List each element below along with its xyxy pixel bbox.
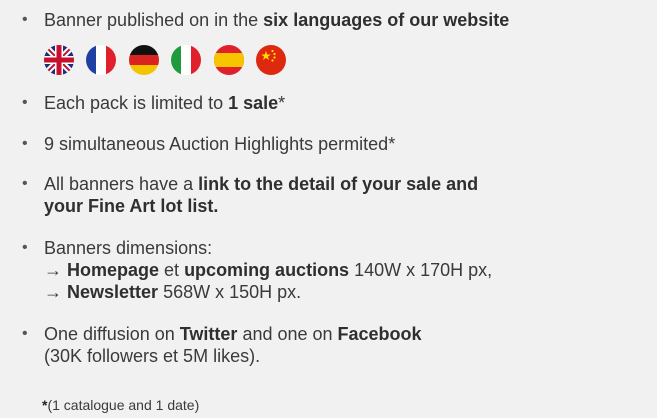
pack-features: • Banner published on in the six languag… — [0, 0, 657, 418]
feature-line: → Homepage et upcoming auctions 140W x 1… — [44, 259, 654, 281]
feature-line: Each pack is limited to 1 sale* — [44, 92, 654, 114]
feature-line: → Newsletter 568W x 150H px. — [44, 281, 654, 303]
feature-text-bold: Twitter — [179, 324, 238, 344]
feature-text-segment: Each pack is limited to — [44, 93, 229, 113]
language-flags — [44, 45, 294, 77]
feature-item-highlights: • 9 simultaneous Auction Highlights perm… — [22, 133, 652, 157]
feature-text-segment: 140W x 170H px, — [349, 260, 493, 280]
feature-text: Each pack is limited to 1 sale* — [44, 92, 654, 114]
feature-text-bold: upcoming auctions — [184, 260, 350, 280]
feature-item-dimensions: • Banners dimensions: → Homepage et upcom… — [22, 237, 652, 307]
feature-text-segment: and one on — [237, 324, 338, 344]
feature-text-segment: Banners dimensions: — [44, 238, 213, 258]
feature-text: Banner published on in the six languages… — [44, 9, 654, 31]
feature-text-segment: One diffusion on — [44, 324, 180, 344]
feature-text-bold: your Fine Art lot list. — [44, 196, 219, 216]
feature-text-bold: six languages of our website — [263, 10, 510, 30]
footnote: *(1 catalogue and 1 date) — [42, 396, 199, 414]
feature-text-bold: Homepage — [67, 260, 160, 280]
feature-line: All banners have a link to the detail of… — [44, 173, 654, 195]
feature-text-segment: * — [278, 93, 286, 113]
feature-text-segment: → — [44, 282, 68, 302]
feature-text-bold: 1 sale — [228, 93, 279, 113]
feature-item-links: • All banners have a link to the detail … — [22, 173, 652, 221]
feature-line: One diffusion on Twitter and one on Face… — [44, 323, 654, 345]
bullet: • — [22, 11, 28, 28]
bullet: • — [22, 175, 28, 192]
feature-item-languages: • Banner published on in the six languag… — [22, 9, 652, 33]
feature-text-segment: 9 simultaneous Auction Highlights permit… — [44, 134, 396, 154]
feature-text-segment: → — [44, 260, 68, 280]
feature-line: Banner published on in the six languages… — [44, 9, 654, 31]
feature-text-segment: All banners have a — [44, 174, 199, 194]
france-flag-icon — [86, 45, 117, 75]
italy-flag-icon — [171, 45, 202, 75]
footnote-text: (1 catalogue and 1 date) — [47, 397, 200, 413]
feature-text: One diffusion on Twitter and one on Face… — [44, 323, 654, 367]
feature-text-segment: (30K followers et 5M likes). — [44, 346, 261, 366]
feature-item-sale-limit: • Each pack is limited to 1 sale* — [22, 92, 652, 116]
feature-item-social: • One diffusion on Twitter and one on Fa… — [22, 323, 652, 371]
feature-text-segment: 568W x 150H px. — [158, 282, 302, 302]
bullet: • — [22, 239, 28, 256]
bullet: • — [22, 94, 28, 111]
feature-line: Banners dimensions: — [44, 237, 654, 259]
bullet: • — [22, 135, 28, 152]
germany-flag-icon — [128, 45, 159, 75]
feature-line: (30K followers et 5M likes). — [44, 345, 654, 367]
feature-line: 9 simultaneous Auction Highlights permit… — [44, 133, 654, 155]
spain-flag-icon — [213, 45, 244, 75]
china-flag-icon — [256, 45, 287, 75]
feature-text: 9 simultaneous Auction Highlights permit… — [44, 133, 654, 155]
feature-text-segment: et — [159, 260, 185, 280]
feature-text-bold: Facebook — [337, 324, 422, 344]
bullet: • — [22, 325, 28, 342]
feature-text: All banners have a link to the detail of… — [44, 173, 654, 217]
feature-line: your Fine Art lot list. — [44, 195, 654, 217]
feature-text: Banners dimensions: → Homepage et upcomin… — [44, 237, 654, 303]
uk-flag-icon — [44, 45, 74, 75]
feature-text-segment: Banner published on in the — [44, 10, 264, 30]
feature-text-bold: Newsletter — [67, 282, 159, 302]
feature-text-bold: link to the detail of your sale and — [198, 174, 479, 194]
